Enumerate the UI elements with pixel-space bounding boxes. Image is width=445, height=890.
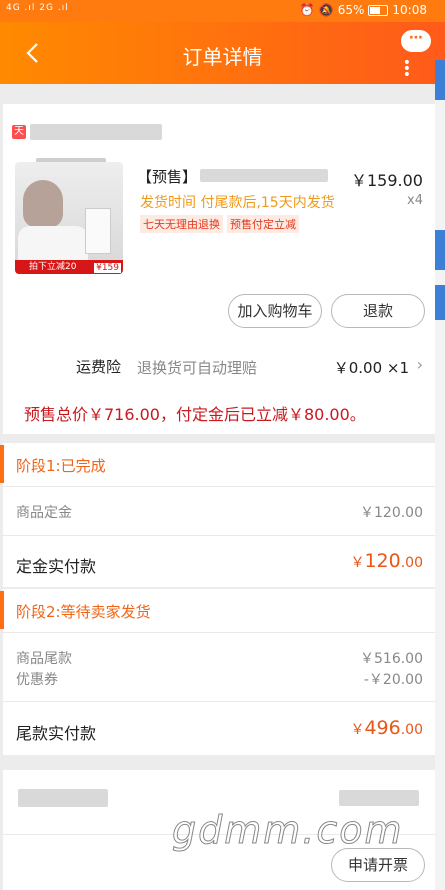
message-button[interactable]: ⋯ <box>401 30 431 52</box>
status-bar: 4G .ıl 2G .ıl ⏰ 🔕 65% 10:08 <box>0 0 445 22</box>
clock: 10:08 <box>392 3 427 17</box>
currency-symbol: ￥ <box>350 555 365 571</box>
divider <box>3 632 435 633</box>
shop-name-redacted <box>30 124 162 140</box>
stage1-title: 阶段1:已完成 <box>16 457 106 475</box>
deposit-label: 商品定金 <box>16 505 72 521</box>
product-thumbnail[interactable]: 拍下立减20 ¥159 <box>15 162 123 274</box>
balance-value: ￥516.00 <box>360 651 423 667</box>
refund-button[interactable]: 退款 <box>331 294 425 328</box>
coupon-label: 优惠券 <box>16 672 58 688</box>
deposit-paid-label: 定金实付款 <box>16 557 97 576</box>
background-strip-blue <box>435 230 445 270</box>
seller-info-redacted <box>18 789 108 807</box>
chevron-right-icon: › <box>416 355 423 374</box>
stage2-marker <box>0 591 4 629</box>
background-strip-blue <box>435 285 445 320</box>
service-tags: 七天无理由退换 预售付定立减 <box>140 213 303 233</box>
stage1-marker <box>0 445 4 483</box>
stage2-title: 阶段2:等待卖家发货 <box>16 603 151 621</box>
service-tag: 预售付定立减 <box>227 215 299 233</box>
insurance-desc: 退换货可自动理赔 <box>137 359 258 377</box>
amount-int: 496 <box>364 717 401 739</box>
watermark: gdmm.com <box>172 808 404 853</box>
alarm-icon: ⏰ <box>299 3 315 17</box>
currency-symbol: ￥ <box>350 722 365 738</box>
balance-paid-label: 尾款实付款 <box>16 724 97 743</box>
product-title-redacted <box>200 169 328 182</box>
balance-paid-amount: ￥496.00 <box>350 717 423 739</box>
insurance-value: ￥0.00 ×1 <box>333 359 409 377</box>
divider <box>3 535 435 536</box>
battery-percent: 65% <box>337 3 365 17</box>
more-vertical-icon[interactable]: • • • <box>403 56 411 82</box>
product-title-prefix: 【预售】 <box>137 168 198 186</box>
shipping-note: 发货时间 付尾款后,15天内发货 <box>140 195 335 211</box>
thumb-price: ¥159 <box>94 263 121 273</box>
add-to-cart-button[interactable]: 加入购物车 <box>228 294 322 328</box>
amount-int: 120 <box>364 550 401 572</box>
divider <box>3 701 435 702</box>
page-title: 订单详情 <box>182 45 263 69</box>
divider <box>3 486 435 487</box>
amount-dec: .00 <box>400 722 423 738</box>
product-box <box>85 208 111 254</box>
apply-invoice-button[interactable]: 申请开票 <box>331 848 425 882</box>
shop-icon: 天 <box>12 125 26 139</box>
product-quantity: x4 <box>407 193 423 208</box>
insurance-label: 运费险 <box>76 358 122 376</box>
balance-label: 商品尾款 <box>16 651 72 667</box>
deposit-value: ￥120.00 <box>360 505 423 521</box>
coupon-value: -￥20.00 <box>363 672 423 688</box>
amount-dec: .00 <box>400 555 423 571</box>
nav-header: 订单详情 ⋯ • • • <box>0 22 445 84</box>
background-page-strip <box>435 84 445 890</box>
battery-icon <box>368 4 389 16</box>
deposit-paid-amount: ￥120.00 <box>350 550 423 572</box>
presale-summary: 预售总价￥716.00，付定金后已立减￥80.00。 <box>24 405 366 424</box>
seller-info-redacted <box>339 790 419 806</box>
product-price: ￥159.00 <box>351 171 423 190</box>
service-tag: 七天无理由退换 <box>140 215 223 233</box>
mute-icon: 🔕 <box>318 3 334 17</box>
status-right: ⏰ 🔕 65% 10:08 <box>300 3 427 17</box>
model-figure <box>23 180 63 228</box>
background-strip-blue <box>435 60 445 100</box>
network-indicator: 4G .ıl 2G .ıl <box>6 3 69 13</box>
